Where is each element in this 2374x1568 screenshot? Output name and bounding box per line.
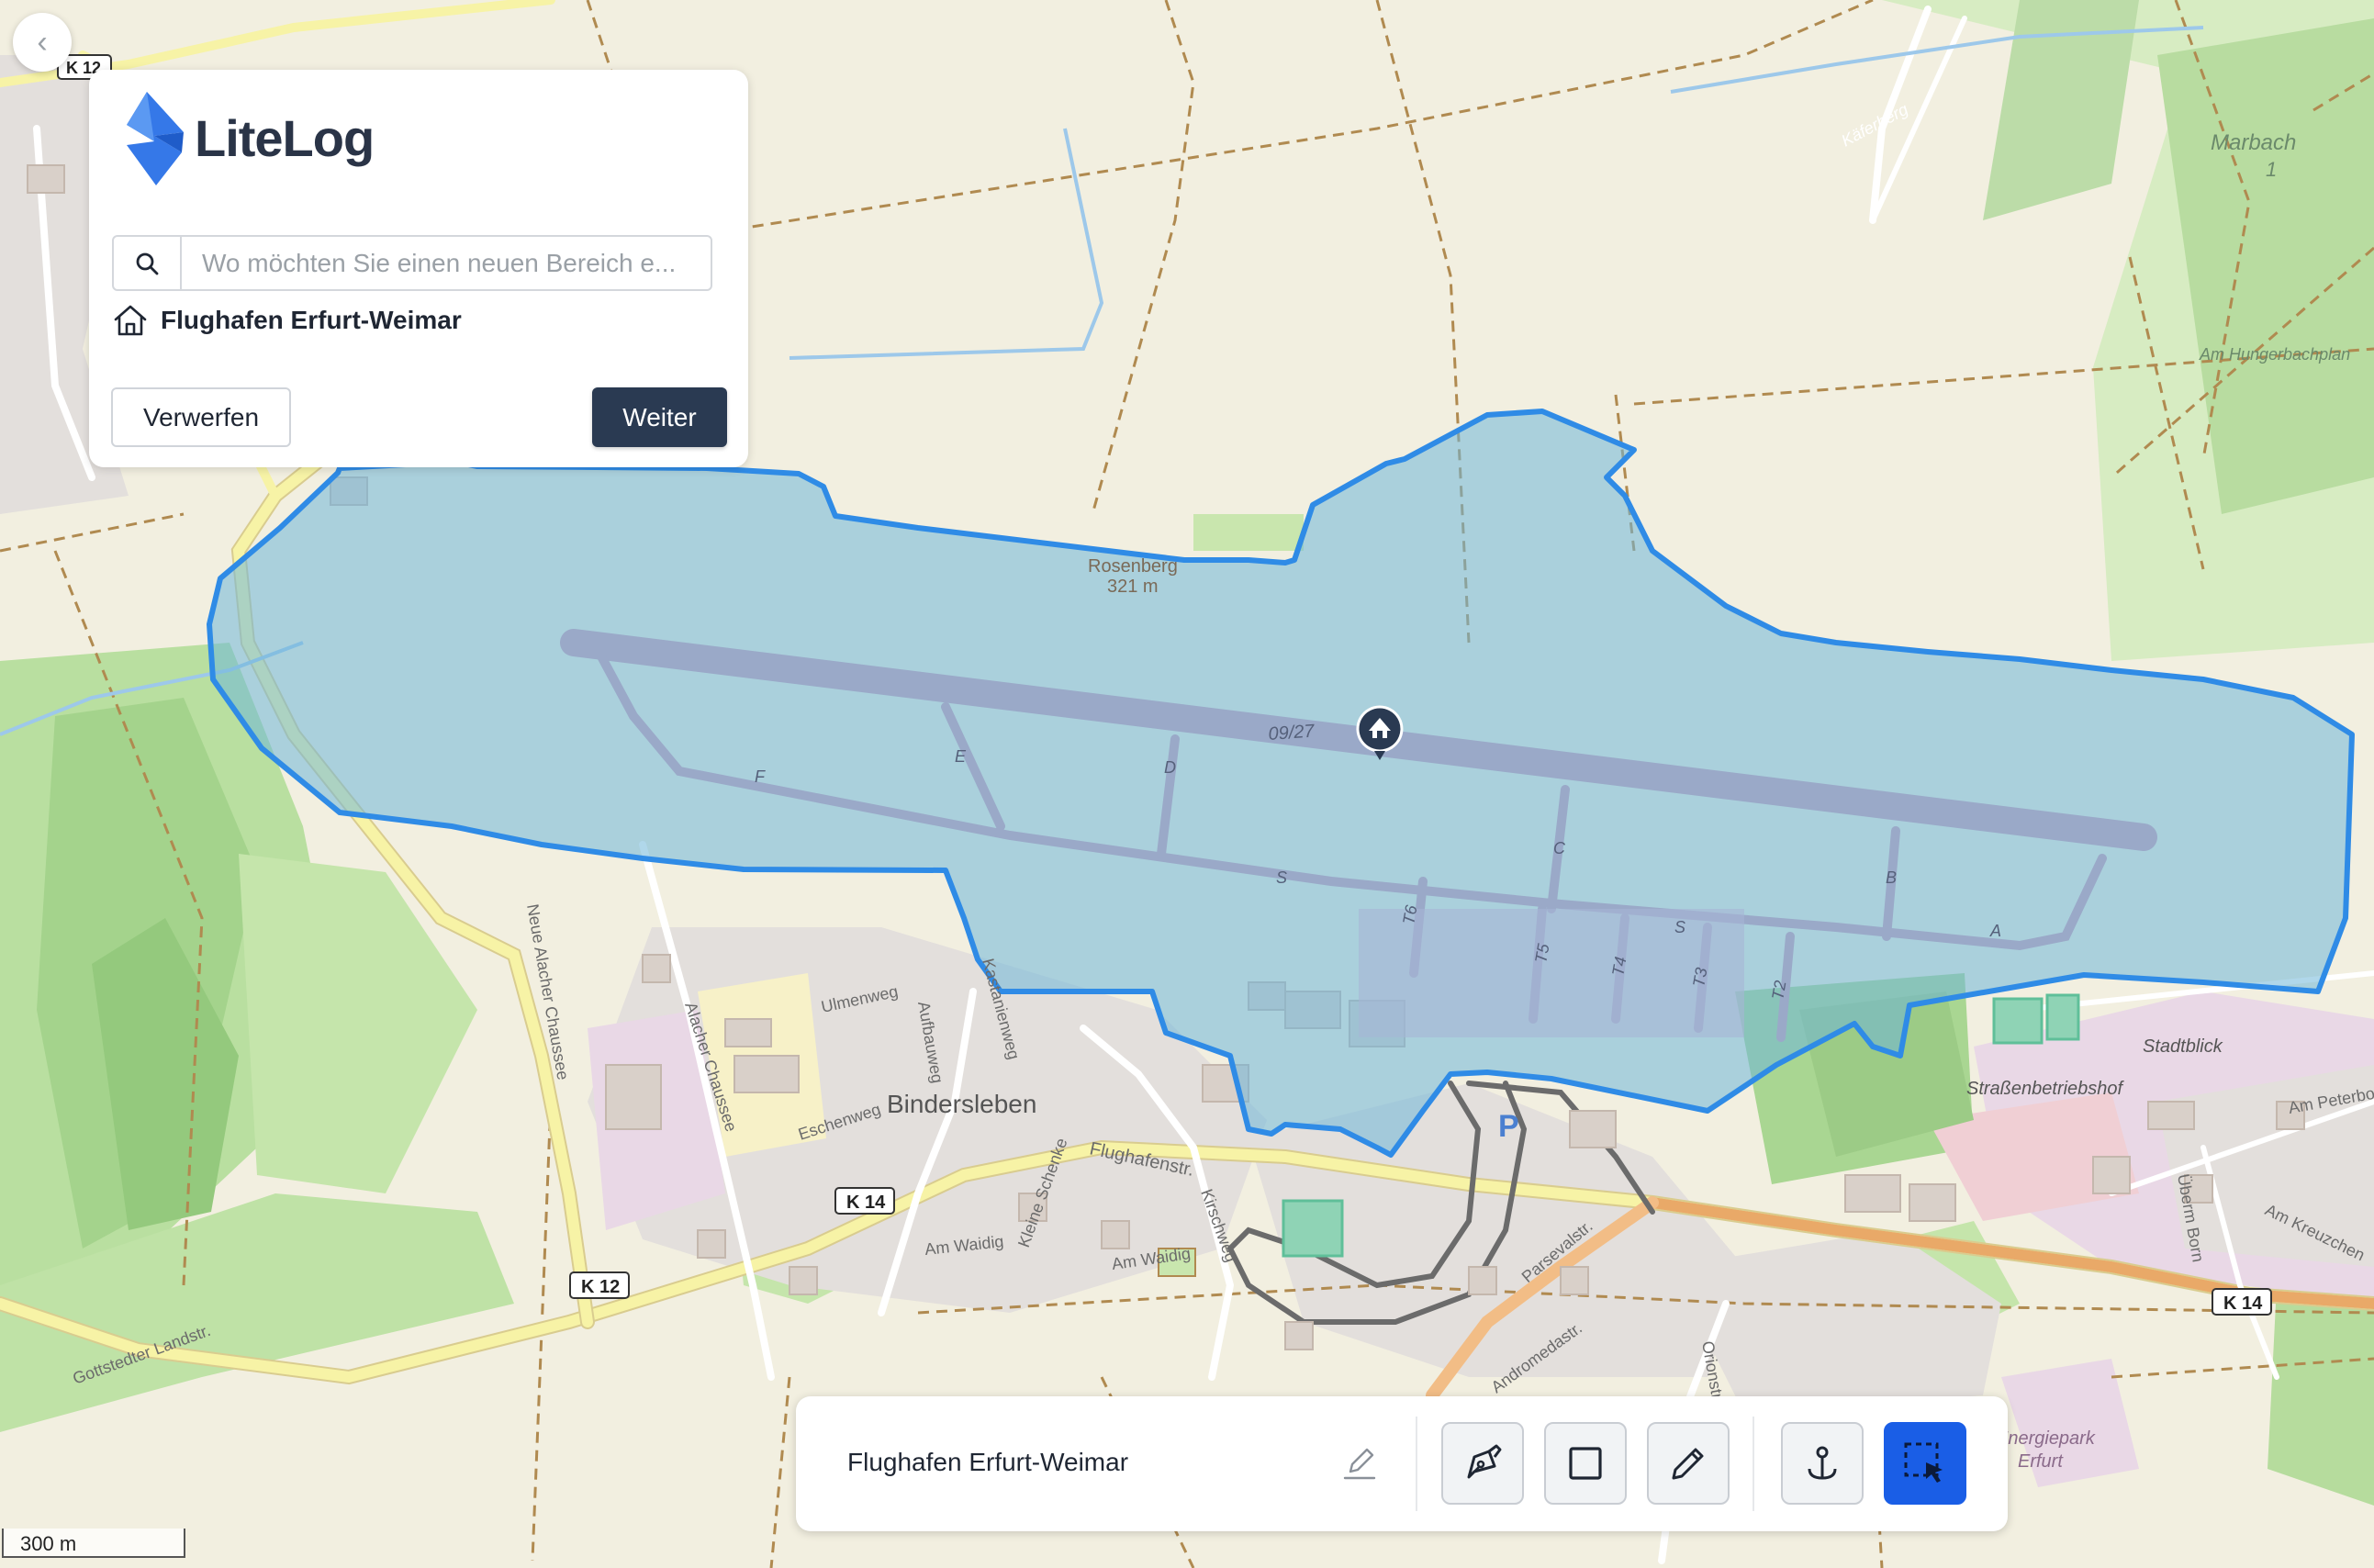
road-shield-k14: K 14 (846, 1193, 886, 1213)
anchor-tool-button[interactable] (1781, 1422, 1864, 1505)
pencil-tool-button[interactable] (1647, 1422, 1730, 1505)
anchor-icon (1808, 1446, 1837, 1480)
peak-elevation-label: 321 m (1107, 577, 1159, 597)
parking-label: P (1498, 1109, 1519, 1144)
home-icon (114, 305, 147, 336)
edit-name-button[interactable] (1339, 1442, 1380, 1483)
back-button[interactable]: ‹ (13, 13, 72, 72)
hungerbachplan-label: Am Hungerbachplan (2199, 345, 2350, 364)
search-icon (114, 237, 182, 289)
area-search-panel: LiteLog Flughafen Erfurt-Weimar Verwerfe… (89, 70, 748, 467)
selected-place-label: Flughafen Erfurt-Weimar (161, 306, 462, 334)
search-bar[interactable] (112, 235, 712, 291)
next-button[interactable]: Weiter (592, 387, 727, 447)
drawing-toolbar: Flughafen Erfurt-Weimar (796, 1396, 2008, 1531)
taxiway-d-label: D (1164, 758, 1176, 777)
taxiway-e-label: E (955, 747, 967, 766)
app-logo: LiteLog (119, 92, 375, 185)
taxiway-t2-label: T2 (1768, 980, 1789, 1002)
taxiway-t3-label: T3 (1689, 967, 1710, 989)
select-area-tool-button[interactable] (1884, 1422, 1966, 1505)
strassenbetriebshof-label: Straßenbetriebshof (1966, 1079, 2125, 1099)
search-input[interactable] (182, 237, 711, 289)
road-shield-k14-east: K 14 (2223, 1294, 2263, 1314)
taxiway-s-2-label: S (1674, 918, 1685, 936)
litelog-logo-icon (127, 92, 184, 185)
selected-place[interactable]: Flughafen Erfurt-Weimar (113, 304, 462, 337)
stadtblick-label: Stadtblick (2143, 1036, 2223, 1057)
taxiway-t4-label: T4 (1608, 956, 1629, 978)
runway-label: 09/27 (1268, 721, 1316, 744)
taxiway-b-label: B (1886, 868, 1897, 887)
selection-cursor-icon (1904, 1442, 1943, 1483)
toolbar-divider (1416, 1417, 1417, 1511)
taxiway-f-label: F (755, 767, 766, 786)
taxiway-a-label: A (1989, 922, 2001, 940)
town-label: Bindersleben (887, 1090, 1036, 1118)
area-name-label: Flughafen Erfurt-Weimar (847, 1448, 1129, 1476)
taxiway-c-label: C (1553, 839, 1566, 857)
marbach-1-label: 1 (2266, 158, 2277, 181)
apron (1359, 909, 1744, 1037)
road-shield-k12: K 12 (581, 1277, 620, 1297)
discard-button[interactable]: Verwerfen (111, 387, 291, 447)
square-icon (1569, 1447, 1602, 1480)
peak-label: Rosenberg (1088, 556, 1178, 577)
rectangle-tool-button[interactable] (1544, 1422, 1627, 1505)
pen-nib-icon (1467, 1444, 1502, 1479)
energiepark-label: Energiepark (1996, 1428, 2096, 1449)
app-name: LiteLog (195, 108, 375, 167)
energiepark-erfurt-label: Erfurt (2018, 1451, 2064, 1472)
map-scale-bar: 300 m (2, 1529, 185, 1558)
pen-tool-button[interactable] (1441, 1422, 1524, 1505)
toolbar-divider-2 (1753, 1417, 1754, 1511)
marbach-label: Marbach (2211, 130, 2296, 155)
pencil-line-icon (1343, 1448, 1376, 1480)
chevron-left-icon: ‹ (37, 24, 48, 60)
pencil-icon (1672, 1448, 1704, 1480)
taxiway-s-label: S (1276, 868, 1287, 887)
